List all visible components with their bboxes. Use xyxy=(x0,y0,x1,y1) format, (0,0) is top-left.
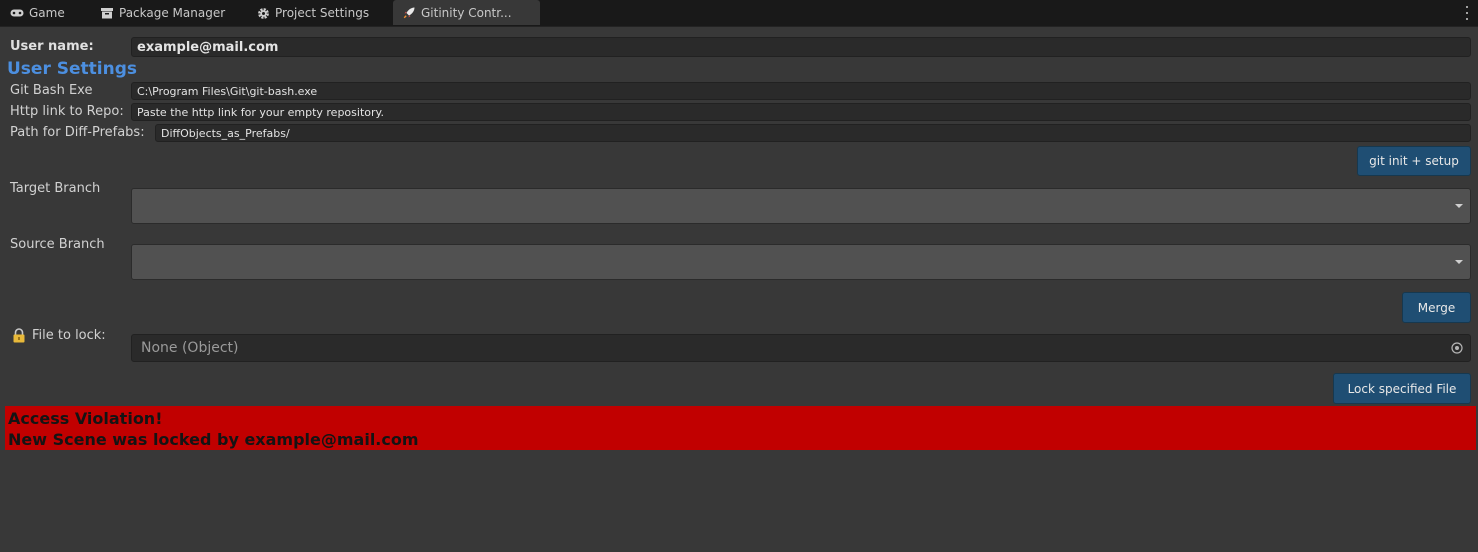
gear-icon xyxy=(256,6,270,20)
tab-label: Gitinity Contr... xyxy=(421,5,512,20)
user-name-field[interactable]: example@mail.com xyxy=(131,37,1471,57)
tab-gitinity-control[interactable]: Gitinity Contr... xyxy=(393,0,540,25)
rocket-icon xyxy=(402,6,416,20)
diff-prefabs-label: Path for Diff-Prefabs: xyxy=(10,125,145,140)
git-bash-field[interactable]: C:\Program Files\Git\git-bash.exe xyxy=(131,82,1471,100)
target-branch-label: Target Branch xyxy=(10,181,101,196)
alert-title: Access Violation! xyxy=(8,409,163,428)
repo-link-field[interactable]: Paste the http link for your empty repos… xyxy=(131,103,1471,121)
editor-tab-bar: Game Package Manager Project Settings Gi… xyxy=(0,0,1478,27)
git-bash-label: Git Bash Exe xyxy=(10,83,93,98)
tab-label: Game xyxy=(29,6,65,20)
chevron-down-icon xyxy=(1455,260,1463,264)
tab-package-manager[interactable]: Package Manager xyxy=(100,0,225,26)
user-name-label: User name: xyxy=(10,39,94,54)
source-branch-label: Source Branch xyxy=(10,237,105,252)
lock-file-button[interactable]: Lock specified File xyxy=(1333,373,1471,404)
package-icon xyxy=(100,6,114,20)
file-to-lock-field[interactable]: None (Object) xyxy=(131,334,1471,362)
file-to-lock-value: None (Object) xyxy=(141,340,239,356)
lock-icon xyxy=(12,328,26,343)
tab-label: Project Settings xyxy=(275,6,370,20)
tab-project-settings[interactable]: Project Settings xyxy=(256,0,369,26)
repo-link-label: Http link to Repo: xyxy=(10,104,124,119)
file-to-lock-row: File to lock: xyxy=(12,328,106,343)
more-options-icon[interactable] xyxy=(1464,5,1470,21)
diff-prefabs-field[interactable]: DiffObjects_as_Prefabs/ xyxy=(155,124,1471,142)
tab-label: Package Manager xyxy=(119,6,226,20)
merge-button[interactable]: Merge xyxy=(1402,292,1471,323)
tab-game[interactable]: Game xyxy=(10,0,65,26)
source-branch-dropdown[interactable] xyxy=(131,244,1471,280)
git-init-setup-button[interactable]: git init + setup xyxy=(1357,146,1471,176)
chevron-down-icon xyxy=(1455,204,1463,208)
target-branch-dropdown[interactable] xyxy=(131,188,1471,224)
file-to-lock-label: File to lock: xyxy=(32,328,106,343)
user-settings-heading: User Settings xyxy=(7,59,137,79)
gamepad-icon xyxy=(10,6,24,20)
object-picker-icon[interactable] xyxy=(1451,342,1463,354)
access-violation-alert: Access Violation! New Scene was locked b… xyxy=(5,406,1476,450)
alert-message: New Scene was locked by example@mail.com xyxy=(8,430,419,449)
